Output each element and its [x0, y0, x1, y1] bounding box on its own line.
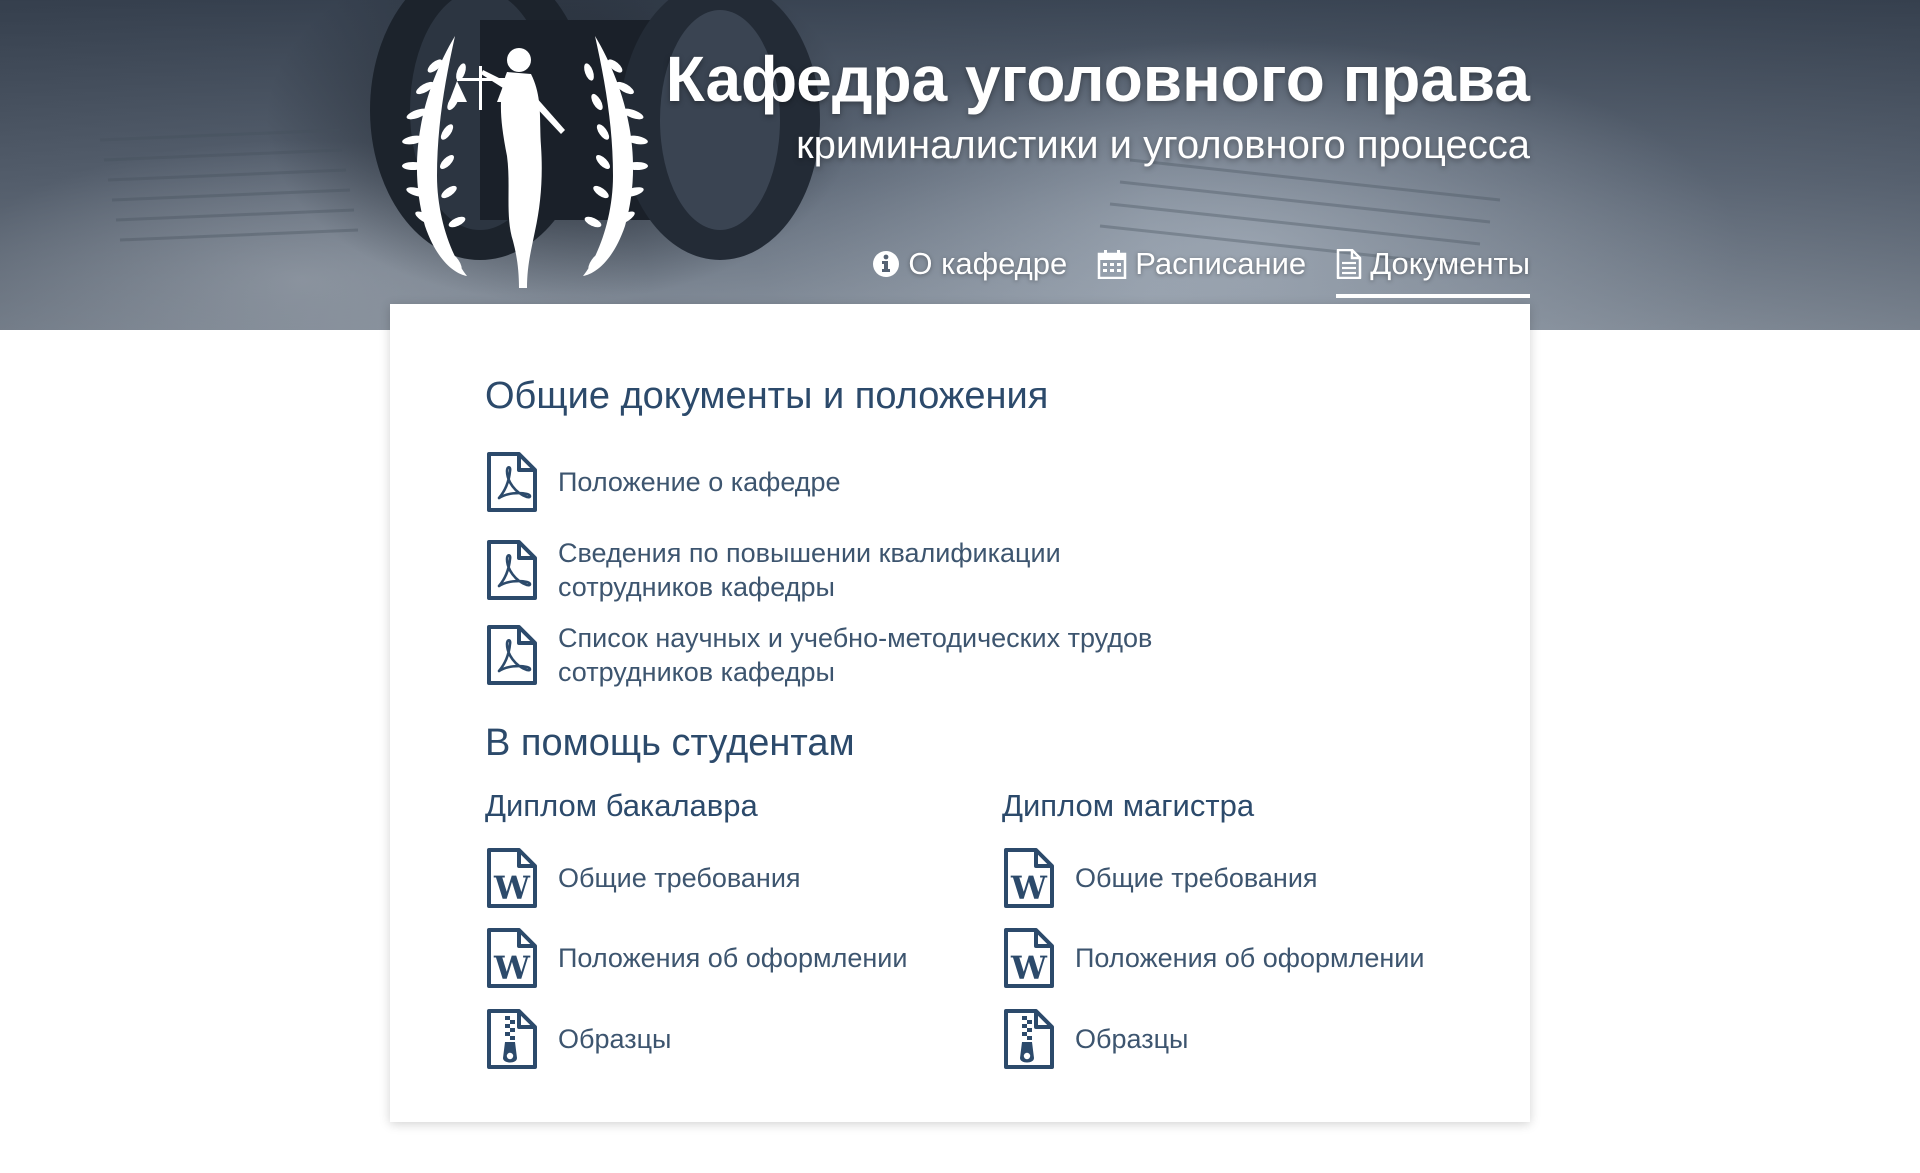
- word-file-icon: W: [485, 847, 539, 909]
- subheading-master: Диплом магистра: [1002, 788, 1255, 823]
- svg-text:W: W: [1010, 949, 1048, 987]
- pdf-file-icon: [485, 451, 539, 513]
- doc-link-bachelor-general-requirements[interactable]: W Общие требования: [485, 847, 801, 909]
- doc-label-line2: сотрудников кафедры: [558, 657, 835, 687]
- word-file-icon: W: [485, 927, 539, 989]
- nav-label-documents: Документы: [1370, 246, 1530, 281]
- doc-label-line2: сотрудников кафедры: [558, 572, 835, 602]
- doc-link-master-general-requirements[interactable]: W Общие требования: [1002, 847, 1318, 909]
- doc-label-line1: Список научных и учебно-методических тру…: [558, 623, 1153, 653]
- section-heading-students: В помощь студентам: [485, 722, 855, 764]
- word-file-icon: W: [1002, 847, 1056, 909]
- doc-label: Общие требования: [1075, 863, 1318, 893]
- svg-text:W: W: [493, 949, 531, 987]
- calendar-icon: [1098, 250, 1127, 279]
- section-heading-general: Общие документы и положения: [485, 375, 1049, 417]
- svg-text:W: W: [493, 869, 531, 907]
- doc-label: Положения об оформлении: [558, 943, 908, 973]
- nav-label-schedule: Расписание: [1135, 246, 1307, 281]
- main-nav: О кафедре Расписание Документы: [872, 244, 1530, 298]
- subheading-bachelor: Диплом бакалавра: [485, 788, 758, 823]
- doc-link-publications-list[interactable]: Список научных и учебно-методических тру…: [485, 621, 1152, 689]
- documents-card: Общие документы и положения Положение о …: [390, 304, 1530, 1122]
- zip-file-icon: [1002, 1008, 1056, 1070]
- info-circle-icon: [873, 251, 900, 277]
- nav-item-about[interactable]: О кафедре: [872, 244, 1067, 298]
- doc-link-department-regulation[interactable]: Положение о кафедре: [485, 451, 841, 513]
- document-icon: [1336, 249, 1362, 279]
- doc-link-qualification-info[interactable]: Сведения по повышении квалификации сотру…: [485, 536, 1061, 604]
- pdf-file-icon: [485, 539, 539, 601]
- doc-link-master-formatting-rules[interactable]: W Положения об оформлении: [1002, 927, 1424, 989]
- nav-item-documents[interactable]: Документы: [1336, 244, 1530, 298]
- doc-link-bachelor-formatting-rules[interactable]: W Положения об оформлении: [485, 927, 907, 989]
- header-banner: Кафедра уголовного права криминалистики …: [0, 0, 1920, 330]
- doc-label: Положение о кафедре: [558, 467, 841, 497]
- zip-file-icon: [485, 1008, 539, 1070]
- nav-item-schedule[interactable]: Расписание: [1097, 244, 1306, 298]
- doc-label: Общие требования: [558, 863, 801, 893]
- doc-label-line1: Сведения по повышении квалификации: [558, 538, 1061, 568]
- page-title: Кафедра уголовного права: [665, 43, 1530, 115]
- pdf-file-icon: [485, 624, 539, 686]
- doc-label: Положения об оформлении: [1075, 943, 1425, 973]
- page-subtitle: криминалистики и уголовного процесса: [796, 123, 1530, 167]
- themis-emblem-icon: [402, 36, 648, 288]
- nav-label-about: О кафедре: [908, 246, 1068, 281]
- word-file-icon: W: [1002, 927, 1056, 989]
- doc-link-bachelor-samples[interactable]: Образцы: [485, 1008, 671, 1070]
- doc-label: Образцы: [558, 1024, 672, 1054]
- doc-label: Образцы: [1075, 1024, 1189, 1054]
- svg-text:W: W: [1010, 869, 1048, 907]
- doc-link-master-samples[interactable]: Образцы: [1002, 1008, 1188, 1070]
